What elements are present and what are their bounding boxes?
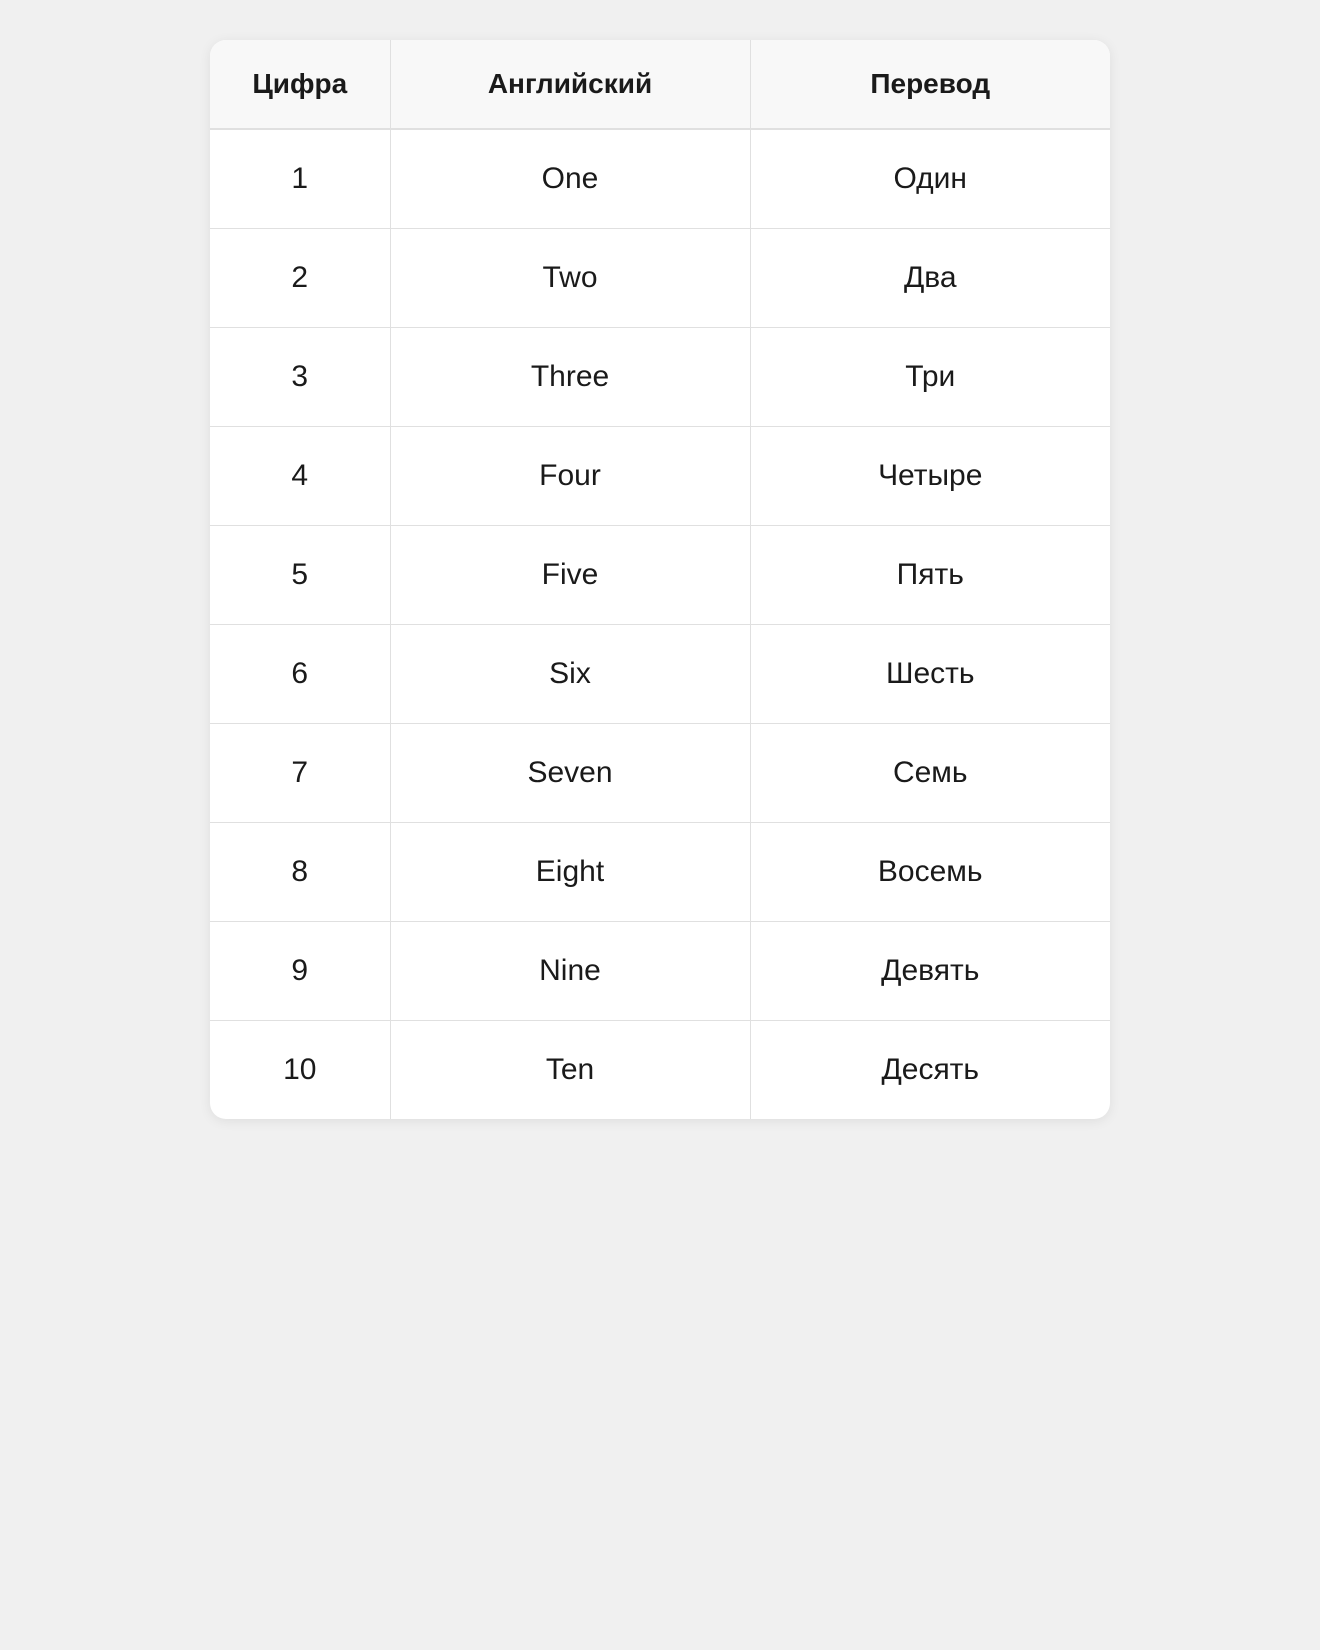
table-row: 7SevenСемь [210, 724, 1110, 823]
cell-translation: Шесть [750, 625, 1110, 724]
cell-translation: Два [750, 229, 1110, 328]
cell-digit: 2 [210, 229, 390, 328]
numbers-table-container: Цифра Английский Перевод 1OneОдин2TwoДва… [210, 40, 1110, 1119]
cell-translation: Три [750, 328, 1110, 427]
cell-translation: Один [750, 129, 1110, 229]
cell-english: Eight [390, 823, 750, 922]
cell-translation: Девять [750, 922, 1110, 1021]
cell-english: Ten [390, 1021, 750, 1120]
cell-translation: Пять [750, 526, 1110, 625]
cell-translation: Десять [750, 1021, 1110, 1120]
cell-digit: 3 [210, 328, 390, 427]
table-row: 8EightВосемь [210, 823, 1110, 922]
header-digit: Цифра [210, 40, 390, 129]
cell-digit: 9 [210, 922, 390, 1021]
cell-translation: Восемь [750, 823, 1110, 922]
table-row: 10TenДесять [210, 1021, 1110, 1120]
cell-english: One [390, 129, 750, 229]
cell-digit: 8 [210, 823, 390, 922]
header-translation: Перевод [750, 40, 1110, 129]
cell-digit: 6 [210, 625, 390, 724]
cell-digit: 5 [210, 526, 390, 625]
table-header-row: Цифра Английский Перевод [210, 40, 1110, 129]
cell-english: Two [390, 229, 750, 328]
cell-digit: 7 [210, 724, 390, 823]
table-row: 6SixШесть [210, 625, 1110, 724]
cell-digit: 10 [210, 1021, 390, 1120]
table-row: 3ThreeТри [210, 328, 1110, 427]
numbers-table: Цифра Английский Перевод 1OneОдин2TwoДва… [210, 40, 1110, 1119]
cell-translation: Семь [750, 724, 1110, 823]
header-english: Английский [390, 40, 750, 129]
cell-english: Nine [390, 922, 750, 1021]
cell-english: Four [390, 427, 750, 526]
cell-english: Five [390, 526, 750, 625]
table-row: 2TwoДва [210, 229, 1110, 328]
table-row: 1OneОдин [210, 129, 1110, 229]
cell-digit: 1 [210, 129, 390, 229]
cell-english: Seven [390, 724, 750, 823]
cell-translation: Четыре [750, 427, 1110, 526]
cell-english: Three [390, 328, 750, 427]
table-row: 5FiveПять [210, 526, 1110, 625]
table-row: 4FourЧетыре [210, 427, 1110, 526]
cell-english: Six [390, 625, 750, 724]
table-row: 9NineДевять [210, 922, 1110, 1021]
cell-digit: 4 [210, 427, 390, 526]
